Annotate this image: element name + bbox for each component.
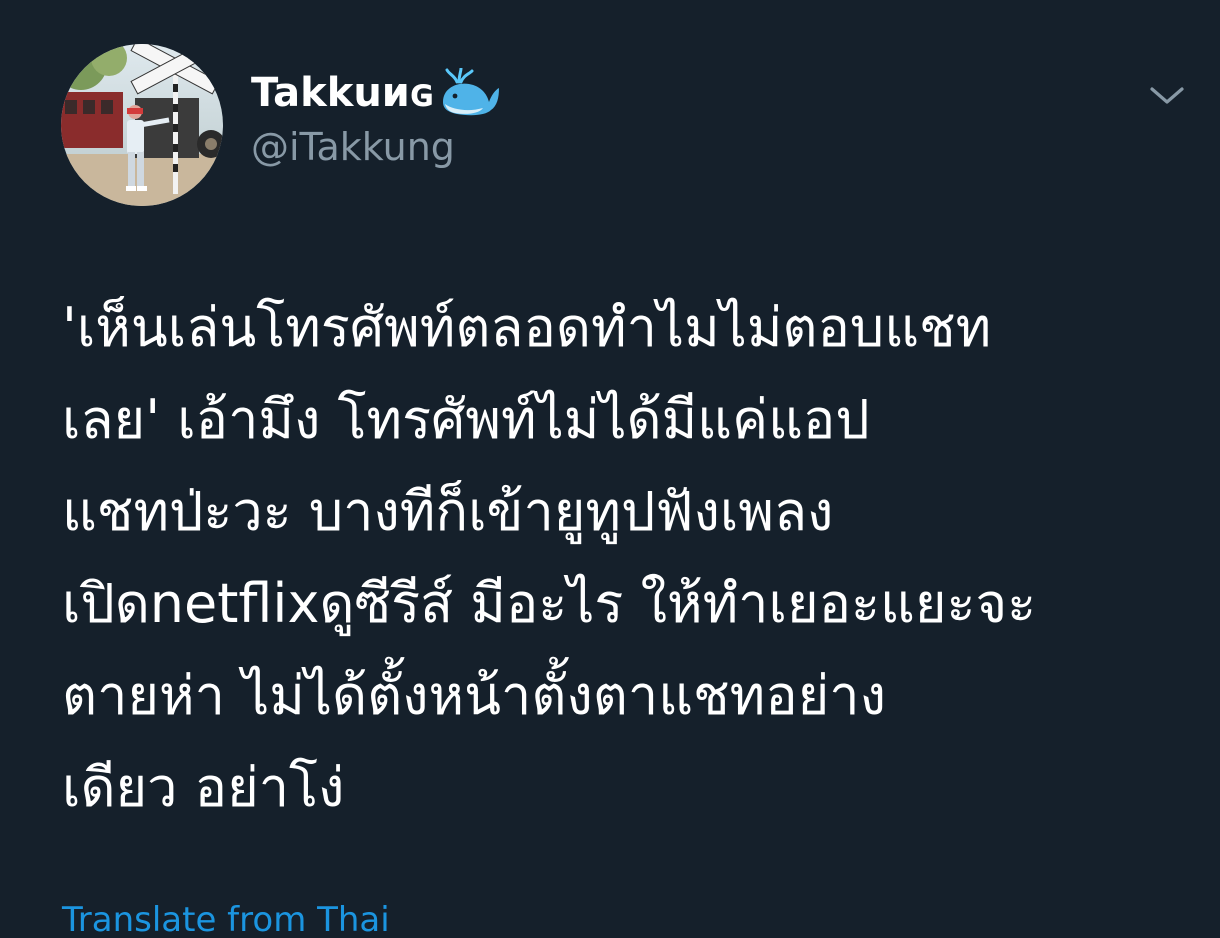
- tweet-text-line: เปิดnetflixดูซีรีส์ มีอะไร ให้ทำเยอะแยะจ…: [62, 572, 1037, 635]
- tweet-text-line: ตายห่า ไม่ได้ตั้งหน้าตั้งตาแชทอย่าง: [62, 664, 887, 727]
- chevron-down-icon[interactable]: [1146, 80, 1188, 110]
- translate-link[interactable]: Translate from Thai: [62, 898, 390, 938]
- avatar[interactable]: [61, 44, 223, 206]
- tweet-text-line: เลย' เอ้ามึง โทรศัพท์ไม่ได้มีแค่แอป: [62, 388, 870, 451]
- display-name[interactable]: Takkuᴎɢ: [251, 70, 435, 116]
- whale-icon: [439, 66, 501, 118]
- tweet-text-line: เดียว อย่าโง่: [62, 756, 345, 819]
- tweet-text-line: 'เห็นเล่นโทรศัพท์ตลอดทำไมไม่ตอบแชท: [62, 296, 992, 359]
- author-name-row: Takkuᴎɢ: [251, 66, 501, 118]
- tweet-text-line: แชทป่ะวะ บางทีก็เข้ายูทูปฟังเพลง: [62, 480, 834, 543]
- avatar-photo: [61, 44, 223, 206]
- tweet-text: 'เห็นเล่นโทรศัพท์ตลอดทำไมไม่ตอบแชท เลย' …: [62, 282, 1192, 834]
- author-handle[interactable]: @iTakkung: [251, 125, 455, 169]
